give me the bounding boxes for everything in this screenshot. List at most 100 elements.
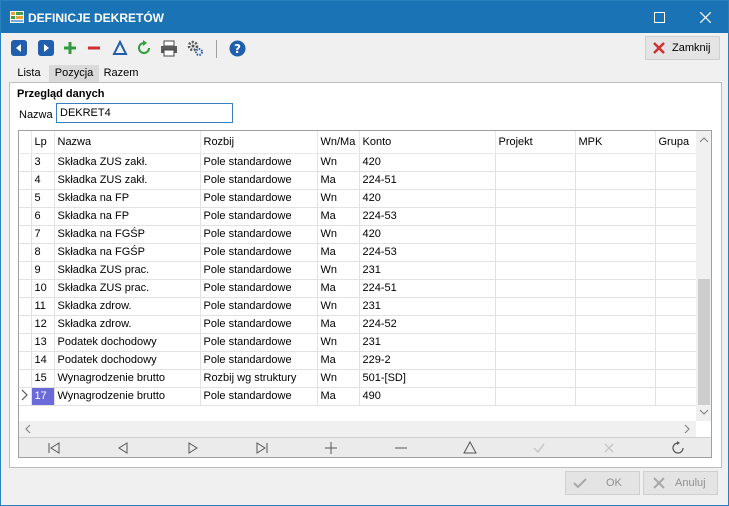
cell-grupa[interactable]	[655, 171, 697, 190]
delete-record-button[interactable]	[393, 440, 409, 456]
cell-lp[interactable]: 8	[31, 243, 55, 262]
cell-projekt[interactable]	[495, 243, 576, 262]
table-row[interactable]: 4 Składka ZUS zakł. Pole standardowe Ma 224-…	[19, 171, 697, 190]
cell-lp[interactable]: 14	[31, 351, 55, 370]
cell-rozbij[interactable]: Rozbij wg struktury	[200, 369, 318, 388]
scroll-down-icon[interactable]	[696, 405, 712, 419]
table-row[interactable]: 11 Składka zdrow. Pole standardowe Wn 231	[19, 297, 697, 316]
close-button[interactable]: Zamknij	[645, 36, 720, 60]
insert-record-button[interactable]	[323, 440, 339, 456]
cell-rozbij[interactable]: Pole standardowe	[200, 351, 318, 370]
column-header-konto[interactable]: Konto	[359, 131, 496, 154]
cell-mpk[interactable]	[575, 333, 656, 352]
cell-lp[interactable]: 17	[31, 387, 55, 406]
vertical-scroll-thumb[interactable]	[698, 279, 710, 405]
cell-wnma[interactable]: Wn	[317, 153, 360, 172]
cell-mpk[interactable]	[575, 315, 656, 334]
cell-projekt[interactable]	[495, 171, 576, 190]
cell-mpk[interactable]	[575, 153, 656, 172]
name-input[interactable]	[56, 103, 233, 123]
cell-rozbij[interactable]: Pole standardowe	[200, 279, 318, 298]
table-row[interactable]: 6 Składka na FP Pole standardowe Ma 224-53	[19, 207, 697, 226]
cell-nazwa[interactable]: Składka na FP	[54, 207, 201, 226]
add-button[interactable]	[61, 39, 79, 57]
cell-nazwa[interactable]: Składka na FP	[54, 189, 201, 208]
cell-mpk[interactable]	[575, 225, 656, 244]
table-row[interactable]: 3 Składka ZUS zakł. Pole standardowe Wn 420	[19, 153, 697, 172]
cell-nazwa[interactable]: Wynagrodzenie brutto	[54, 369, 201, 388]
cell-konto[interactable]: 231	[359, 297, 496, 316]
cell-mpk[interactable]	[575, 207, 656, 226]
cell-grupa[interactable]	[655, 189, 697, 208]
edit-record-button[interactable]	[462, 440, 478, 456]
cell-nazwa[interactable]: Składka ZUS prac.	[54, 279, 201, 298]
cell-mpk[interactable]	[575, 279, 656, 298]
cell-lp[interactable]: 15	[31, 369, 55, 388]
cell-lp[interactable]: 3	[31, 153, 55, 172]
cell-rozbij[interactable]: Pole standardowe	[200, 387, 318, 406]
cell-projekt[interactable]	[495, 279, 576, 298]
cell-mpk[interactable]	[575, 261, 656, 280]
edit-button[interactable]	[111, 39, 129, 57]
cell-nazwa[interactable]: Podatek dochodowy	[54, 333, 201, 352]
previous-record-button[interactable]	[115, 440, 131, 456]
cell-konto[interactable]: 231	[359, 333, 496, 352]
window-close-button[interactable]	[682, 1, 728, 33]
scroll-right-icon[interactable]	[680, 421, 694, 437]
cell-mpk[interactable]	[575, 387, 656, 406]
print-button[interactable]	[160, 39, 178, 57]
cell-grupa[interactable]	[655, 315, 697, 334]
cell-wnma[interactable]: Wn	[317, 369, 360, 388]
table-row[interactable]: 5 Składka na FP Pole standardowe Wn 420	[19, 189, 697, 208]
cell-konto[interactable]: 420	[359, 153, 496, 172]
cell-rozbij[interactable]: Pole standardowe	[200, 189, 318, 208]
cell-nazwa[interactable]: Podatek dochodowy	[54, 351, 201, 370]
table-row[interactable]: 9 Składka ZUS prac. Pole standardowe Wn 231	[19, 261, 697, 280]
table-row[interactable]: 13 Podatek dochodowy Pole standardowe Wn 231	[19, 333, 697, 352]
cell-projekt[interactable]	[495, 297, 576, 316]
last-record-button[interactable]	[254, 440, 270, 456]
cell-wnma[interactable]: Ma	[317, 387, 360, 406]
cell-projekt[interactable]	[495, 351, 576, 370]
cell-grupa[interactable]	[655, 333, 697, 352]
cell-grupa[interactable]	[655, 225, 697, 244]
remove-button[interactable]	[85, 39, 103, 57]
cell-rozbij[interactable]: Pole standardowe	[200, 153, 318, 172]
cell-wnma[interactable]: Ma	[317, 315, 360, 334]
cell-grupa[interactable]	[655, 153, 697, 172]
cell-grupa[interactable]	[655, 279, 697, 298]
column-header-lp[interactable]: Lp	[31, 131, 55, 154]
cell-lp[interactable]: 11	[31, 297, 55, 316]
cell-projekt[interactable]	[495, 189, 576, 208]
cell-lp[interactable]: 10	[31, 279, 55, 298]
cell-wnma[interactable]: Ma	[317, 243, 360, 262]
cell-nazwa[interactable]: Składka zdrow.	[54, 315, 201, 334]
next-record-button[interactable]	[185, 440, 201, 456]
cell-konto[interactable]: 501-[SD]	[359, 369, 496, 388]
cell-rozbij[interactable]: Pole standardowe	[200, 171, 318, 190]
scroll-up-icon[interactable]	[696, 133, 712, 147]
cell-konto[interactable]: 224-53	[359, 243, 496, 262]
cell-wnma[interactable]: Wn	[317, 261, 360, 280]
cell-grupa[interactable]	[655, 207, 697, 226]
cell-konto[interactable]: 420	[359, 225, 496, 244]
vertical-scrollbar[interactable]	[696, 131, 712, 421]
cell-grupa[interactable]	[655, 387, 697, 406]
cell-wnma[interactable]: Wn	[317, 297, 360, 316]
cell-mpk[interactable]	[575, 351, 656, 370]
cell-nazwa[interactable]: Składka ZUS zakł.	[54, 153, 201, 172]
table-row[interactable]: 15 Wynagrodzenie brutto Rozbij wg struktur…	[19, 369, 697, 388]
cell-grupa[interactable]	[655, 369, 697, 388]
cell-nazwa[interactable]: Składka na FGŚP	[54, 243, 201, 262]
cell-wnma[interactable]: Ma	[317, 207, 360, 226]
cell-projekt[interactable]	[495, 333, 576, 352]
horizontal-scrollbar[interactable]	[19, 421, 696, 437]
cell-projekt[interactable]	[495, 261, 576, 280]
cell-konto[interactable]: 231	[359, 261, 496, 280]
cancel-record-button[interactable]	[601, 440, 617, 456]
cell-nazwa[interactable]: Składka zdrow.	[54, 297, 201, 316]
tab-razem[interactable]: Razem	[99, 65, 143, 82]
cell-lp[interactable]: 9	[31, 261, 55, 280]
cell-grupa[interactable]	[655, 243, 697, 262]
cell-mpk[interactable]	[575, 243, 656, 262]
